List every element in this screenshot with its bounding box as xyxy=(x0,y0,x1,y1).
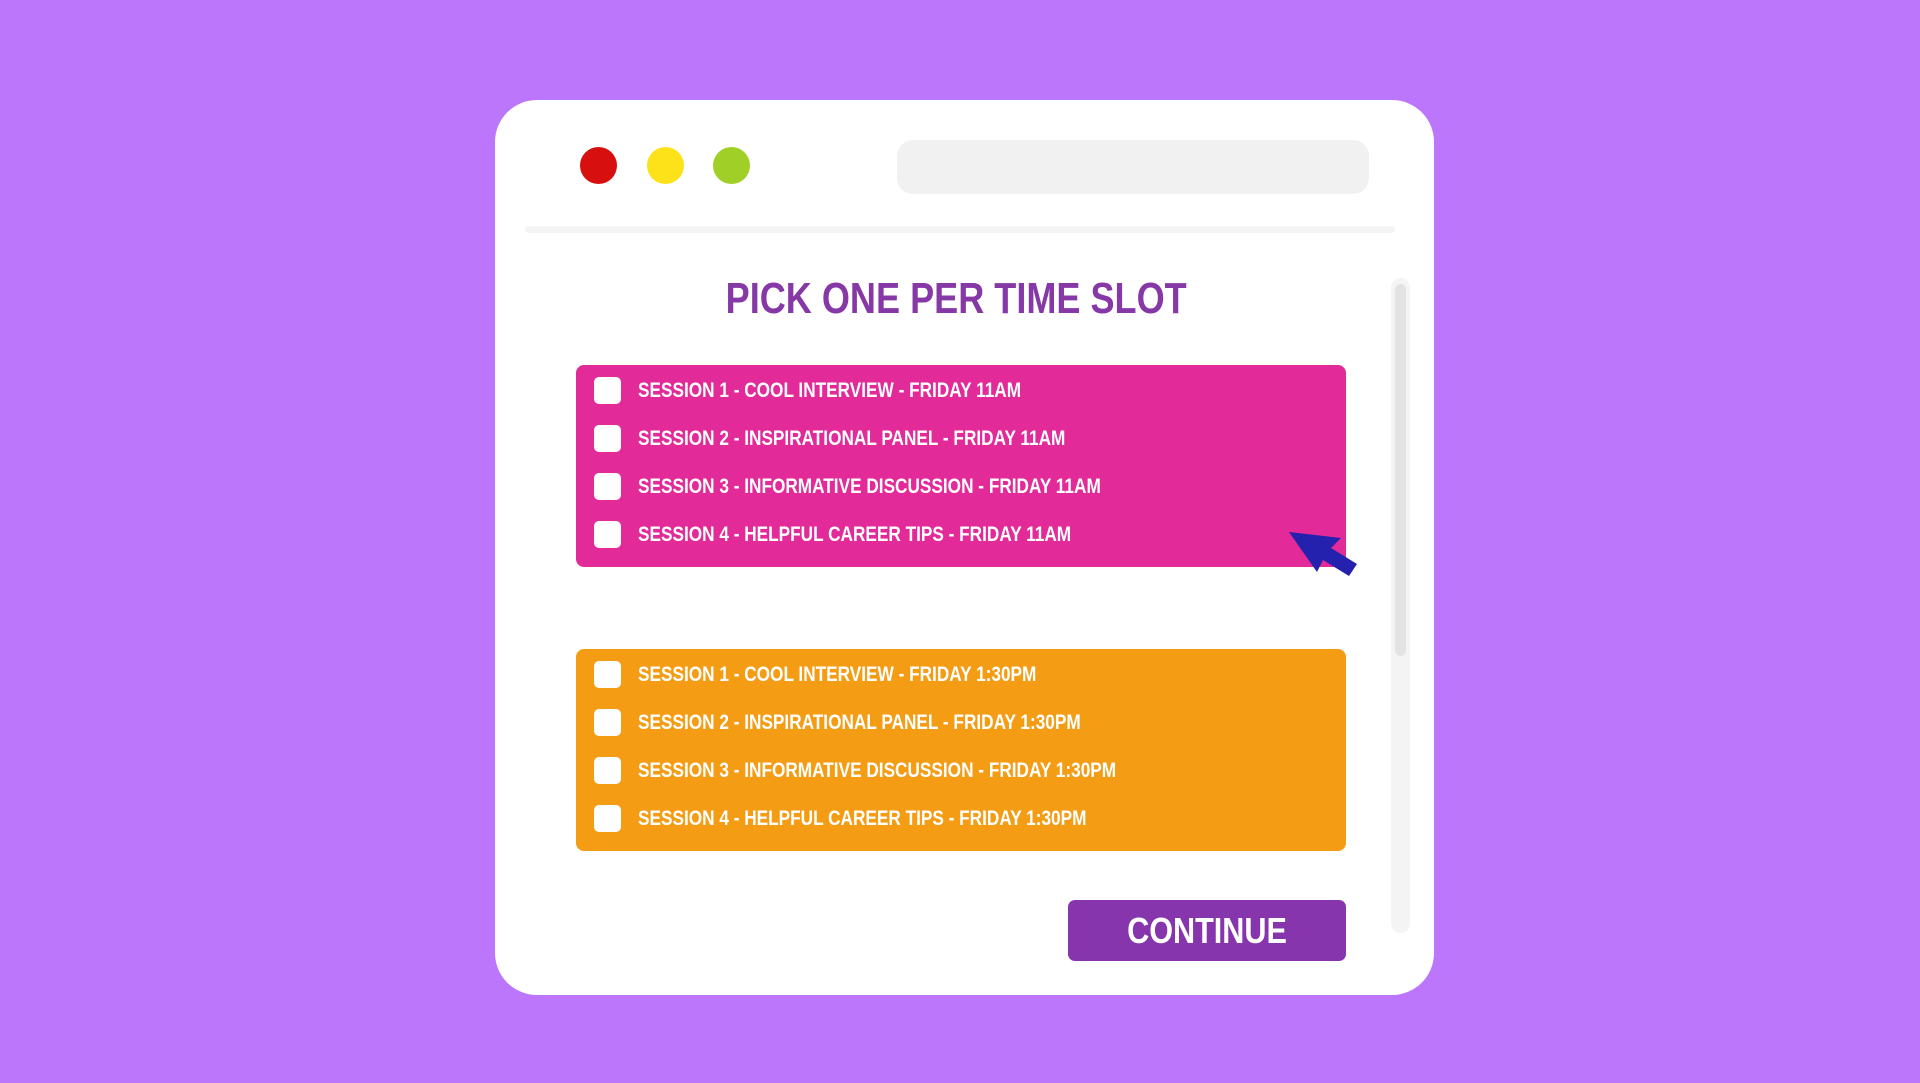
session-label: SESSION 1 - COOL INTERVIEW - FRIDAY 11AM xyxy=(638,379,1022,402)
session-label: SESSION 2 - INSPIRATIONAL PANEL - FRIDAY… xyxy=(638,711,1081,734)
session-label: SESSION 3 - INFORMATIVE DISCUSSION - FRI… xyxy=(638,475,1101,498)
session-option[interactable]: SESSION 2 - INSPIRATIONAL PANEL - FRIDAY… xyxy=(576,419,1336,459)
session-checkbox[interactable] xyxy=(594,521,621,548)
session-label: SESSION 4 - HELPFUL CAREER TIPS - FRIDAY… xyxy=(638,523,1072,546)
session-option[interactable]: SESSION 3 - INFORMATIVE DISCUSSION - FRI… xyxy=(576,751,1336,791)
session-checkbox[interactable] xyxy=(594,709,621,736)
session-label: SESSION 1 - COOL INTERVIEW - FRIDAY 1:30… xyxy=(638,663,1037,686)
time-slot-11am: SESSION 1 - COOL INTERVIEW - FRIDAY 11AM… xyxy=(576,365,1346,567)
session-option[interactable]: SESSION 2 - INSPIRATIONAL PANEL - FRIDAY… xyxy=(576,703,1336,743)
session-label: SESSION 3 - INFORMATIVE DISCUSSION - FRI… xyxy=(638,759,1117,782)
session-option[interactable]: SESSION 4 - HELPFUL CAREER TIPS - FRIDAY… xyxy=(576,799,1336,839)
session-checkbox[interactable] xyxy=(594,805,621,832)
scrollbar[interactable] xyxy=(1391,278,1410,933)
session-option[interactable]: SESSION 1 - COOL INTERVIEW - FRIDAY 11AM xyxy=(576,371,1336,411)
minimize-window-button[interactable] xyxy=(647,147,684,184)
session-checkbox[interactable] xyxy=(594,425,621,452)
scrollbar-thumb[interactable] xyxy=(1395,284,1406,656)
session-option[interactable]: SESSION 1 - COOL INTERVIEW - FRIDAY 1:30… xyxy=(576,655,1336,695)
session-checkbox[interactable] xyxy=(594,473,621,500)
mouse-pointer-icon xyxy=(1289,532,1357,576)
page-title: PICK ONE PER TIME SLOT xyxy=(725,274,1187,323)
address-bar[interactable] xyxy=(897,140,1369,194)
maximize-window-button[interactable] xyxy=(713,147,750,184)
continue-button-label: CONTINUE xyxy=(1127,909,1287,951)
time-slot-1-30pm: SESSION 1 - COOL INTERVIEW - FRIDAY 1:30… xyxy=(576,649,1346,851)
session-checkbox[interactable] xyxy=(594,661,621,688)
session-label: SESSION 2 - INSPIRATIONAL PANEL - FRIDAY… xyxy=(638,427,1066,450)
close-window-button[interactable] xyxy=(580,147,617,184)
toolbar-divider xyxy=(525,226,1395,233)
session-option[interactable]: SESSION 4 - HELPFUL CAREER TIPS - FRIDAY… xyxy=(576,515,1336,555)
session-checkbox[interactable] xyxy=(594,377,621,404)
session-checkbox[interactable] xyxy=(594,757,621,784)
continue-button[interactable]: CONTINUE xyxy=(1068,900,1346,961)
session-label: SESSION 4 - HELPFUL CAREER TIPS - FRIDAY… xyxy=(638,807,1087,830)
session-option[interactable]: SESSION 3 - INFORMATIVE DISCUSSION - FRI… xyxy=(576,467,1336,507)
